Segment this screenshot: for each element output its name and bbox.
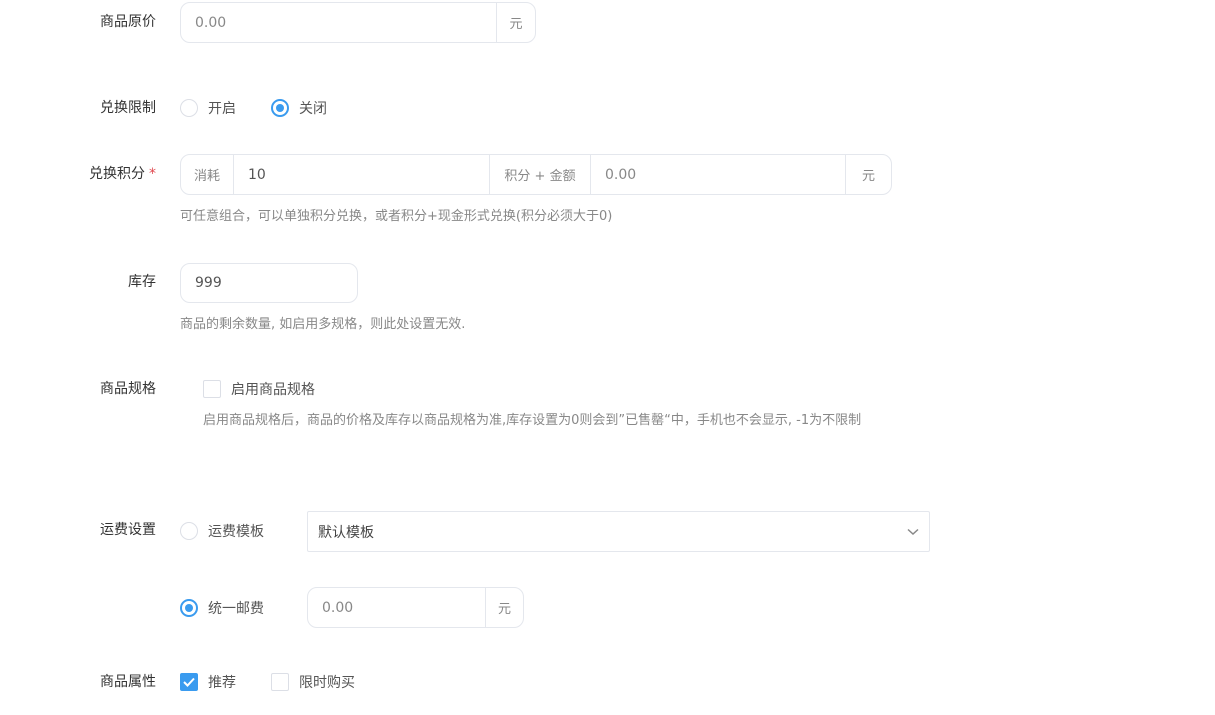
attribute-recommend-label: 推荐 [208,675,236,691]
attributes-label: 商品属性 [100,674,156,690]
shipping-label: 运费设置 [100,522,156,538]
exchange-limit-open-label: 开启 [208,101,236,117]
spec-enable-label: 启用商品规格 [231,382,315,398]
exchange-points-hint: 可任意组合，可以单独积分兑换，或者积分+现金形式兑换(积分必须大于0) [180,209,613,224]
exchange-points-field: 消耗 10 积分 + 金额 0.00 元 [180,154,892,195]
original-price-unit: 元 [496,3,535,42]
shipping-flat-radio[interactable]: 统一邮费 [180,598,264,618]
original-price-label: 商品原价 [100,14,156,30]
original-price-field: 0.00 元 [180,2,536,43]
checkbox-unchecked-icon [203,380,221,398]
original-price-input[interactable]: 0.00 [181,3,496,42]
exchange-points-label-row: 兑换积分 * [0,164,156,184]
shipping-flat-input[interactable]: 0.00 [308,588,485,627]
shipping-template-selected: 默认模板 [318,524,374,541]
spec-label: 商品规格 [100,381,156,397]
attribute-recommend-checkbox[interactable]: 推荐 [180,672,236,692]
exchange-limit-close-label: 关闭 [299,101,327,117]
shipping-template-radio[interactable]: 运费模板 [180,521,264,541]
radio-unchecked-icon [180,99,198,117]
shipping-template-label: 运费模板 [208,524,264,540]
spec-hint: 启用商品规格后，商品的价格及库存以商品规格为准,库存设置为0则会到”已售罄“中，… [203,413,862,428]
stock-label: 库存 [128,274,156,290]
radio-checked-icon [180,599,198,617]
exchange-points-label: 兑换积分 [89,166,145,182]
points-amount-unit: 元 [845,155,891,194]
points-amount-input[interactable]: 0.00 [591,155,845,194]
exchange-limit-close-radio[interactable]: 关闭 [271,98,327,118]
radio-unchecked-icon [180,522,198,540]
points-amount-addon: 积分 + 金额 [489,155,591,194]
stock-hint: 商品的剩余数量, 如启用多规格，则此处设置无效. [180,317,466,332]
shipping-flat-unit: 元 [485,588,523,627]
shipping-template-select[interactable]: 默认模板 [307,511,930,552]
spec-enable-checkbox[interactable]: 启用商品规格 [203,379,315,399]
exchange-limit-label: 兑换限制 [100,100,156,116]
checkbox-checked-icon [180,673,198,691]
chevron-down-icon [907,524,919,540]
stock-field: 999 [180,263,358,303]
shipping-flat-field: 0.00 元 [307,587,524,628]
attribute-limited-checkbox[interactable]: 限时购买 [271,672,355,692]
radio-checked-icon [271,99,289,117]
required-mark: * [149,166,156,182]
attribute-limited-label: 限时购买 [299,675,355,691]
exchange-limit-open-radio[interactable]: 开启 [180,98,236,118]
shipping-flat-label: 统一邮费 [208,601,264,617]
checkbox-unchecked-icon [271,673,289,691]
points-prefix-addon: 消耗 [181,155,234,194]
stock-input[interactable]: 999 [181,264,357,302]
points-input[interactable]: 10 [234,155,489,194]
